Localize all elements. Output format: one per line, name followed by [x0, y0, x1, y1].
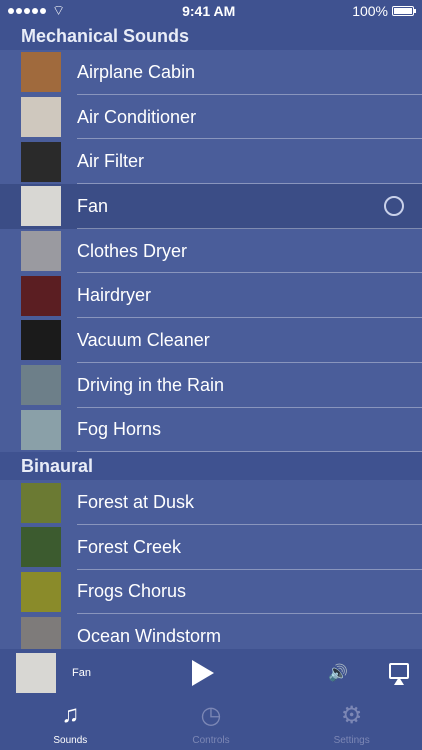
tab-settings[interactable]: ⚙ Settings [292, 700, 412, 750]
thumbnail [21, 231, 61, 272]
item-label: Airplane Cabin [77, 50, 422, 95]
item-label: Clothes Dryer [77, 229, 422, 274]
item-label: Fan [77, 184, 422, 229]
list-item[interactable]: Forest Creek [0, 524, 422, 570]
list-item[interactable]: Airplane Cabin [0, 50, 422, 95]
item-label: Frogs Chorus [77, 570, 422, 615]
thumbnail [21, 275, 61, 316]
thumbnail [21, 571, 61, 612]
thumbnail [21, 527, 61, 568]
thumbnail [21, 141, 61, 182]
wifi-icon: ⌔ [52, 2, 66, 18]
tab-label: Controls [192, 735, 230, 746]
item-label: Forest Creek [77, 525, 422, 570]
item-label: Air Conditioner [77, 95, 422, 140]
list-item-selected[interactable]: Fan [0, 184, 422, 229]
thumbnail [21, 482, 61, 523]
item-label: Vacuum Cleaner [77, 318, 422, 363]
item-label: Fog Horns [77, 408, 422, 453]
stopwatch-icon: ◷ [200, 701, 222, 729]
tab-label: Settings [333, 735, 370, 746]
item-label: Ocean Windstorm [77, 614, 422, 649]
battery-icon [392, 6, 416, 16]
tab-sounds[interactable]: ♫ Sounds [10, 700, 130, 750]
battery-percent: 100% [352, 3, 388, 19]
section-header-binaural: Binaural [0, 452, 422, 481]
status-time: 9:41 AM [182, 3, 236, 19]
list-item[interactable]: Clothes Dryer [0, 228, 422, 274]
now-playing-title: Fan [72, 667, 91, 679]
volume-icon[interactable]: 🔊 [328, 663, 348, 683]
list-item[interactable]: Vacuum Cleaner [0, 318, 422, 363]
list-item[interactable]: Driving in the Rain [0, 362, 422, 408]
list-item[interactable]: Air Filter [0, 139, 422, 185]
list-item[interactable]: Frogs Chorus [0, 569, 422, 615]
thumbnail [21, 365, 61, 406]
thumbnail [21, 186, 61, 227]
gear-icon: ⚙ [340, 701, 363, 729]
now-playing-bar: Fan 🔊 [0, 649, 422, 697]
play-icon[interactable] [192, 660, 214, 686]
now-playing-thumbnail[interactable] [16, 653, 56, 693]
status-left: ⌔ [8, 2, 65, 20]
item-label: Hairdryer [77, 273, 422, 318]
tab-controls[interactable]: ◷ Controls [151, 700, 271, 750]
tab-label: Sounds [53, 735, 88, 746]
status-right: 100% [352, 3, 416, 19]
sound-list[interactable]: Mechanical Sounds Airplane Cabin Air Con… [0, 22, 422, 649]
item-label: Air Filter [77, 139, 422, 184]
list-item[interactable]: Fog Horns [0, 407, 422, 453]
status-bar: ⌔ 9:41 AM 100% [0, 0, 422, 22]
section-header-mechanical: Mechanical Sounds [0, 22, 422, 50]
item-label: Driving in the Rain [77, 363, 422, 408]
thumbnail [21, 409, 61, 450]
thumbnail [21, 97, 61, 138]
list-item[interactable]: Hairdryer [0, 273, 422, 319]
music-note-icon: ♫ [61, 701, 80, 728]
thumbnail [21, 616, 61, 649]
list-item[interactable]: Forest at Dusk [0, 480, 422, 525]
list-item[interactable]: Ocean Windstorm [0, 614, 422, 649]
item-label: Forest at Dusk [77, 480, 422, 525]
tab-bar: ♫ Sounds ◷ Controls ⚙ Settings [0, 697, 422, 750]
fan-icon [384, 196, 404, 217]
airplay-icon[interactable] [389, 663, 409, 685]
thumbnail [21, 320, 61, 361]
signal-dots-icon [8, 8, 46, 14]
list-item[interactable]: Air Conditioner [0, 94, 422, 140]
thumbnail [21, 52, 61, 93]
